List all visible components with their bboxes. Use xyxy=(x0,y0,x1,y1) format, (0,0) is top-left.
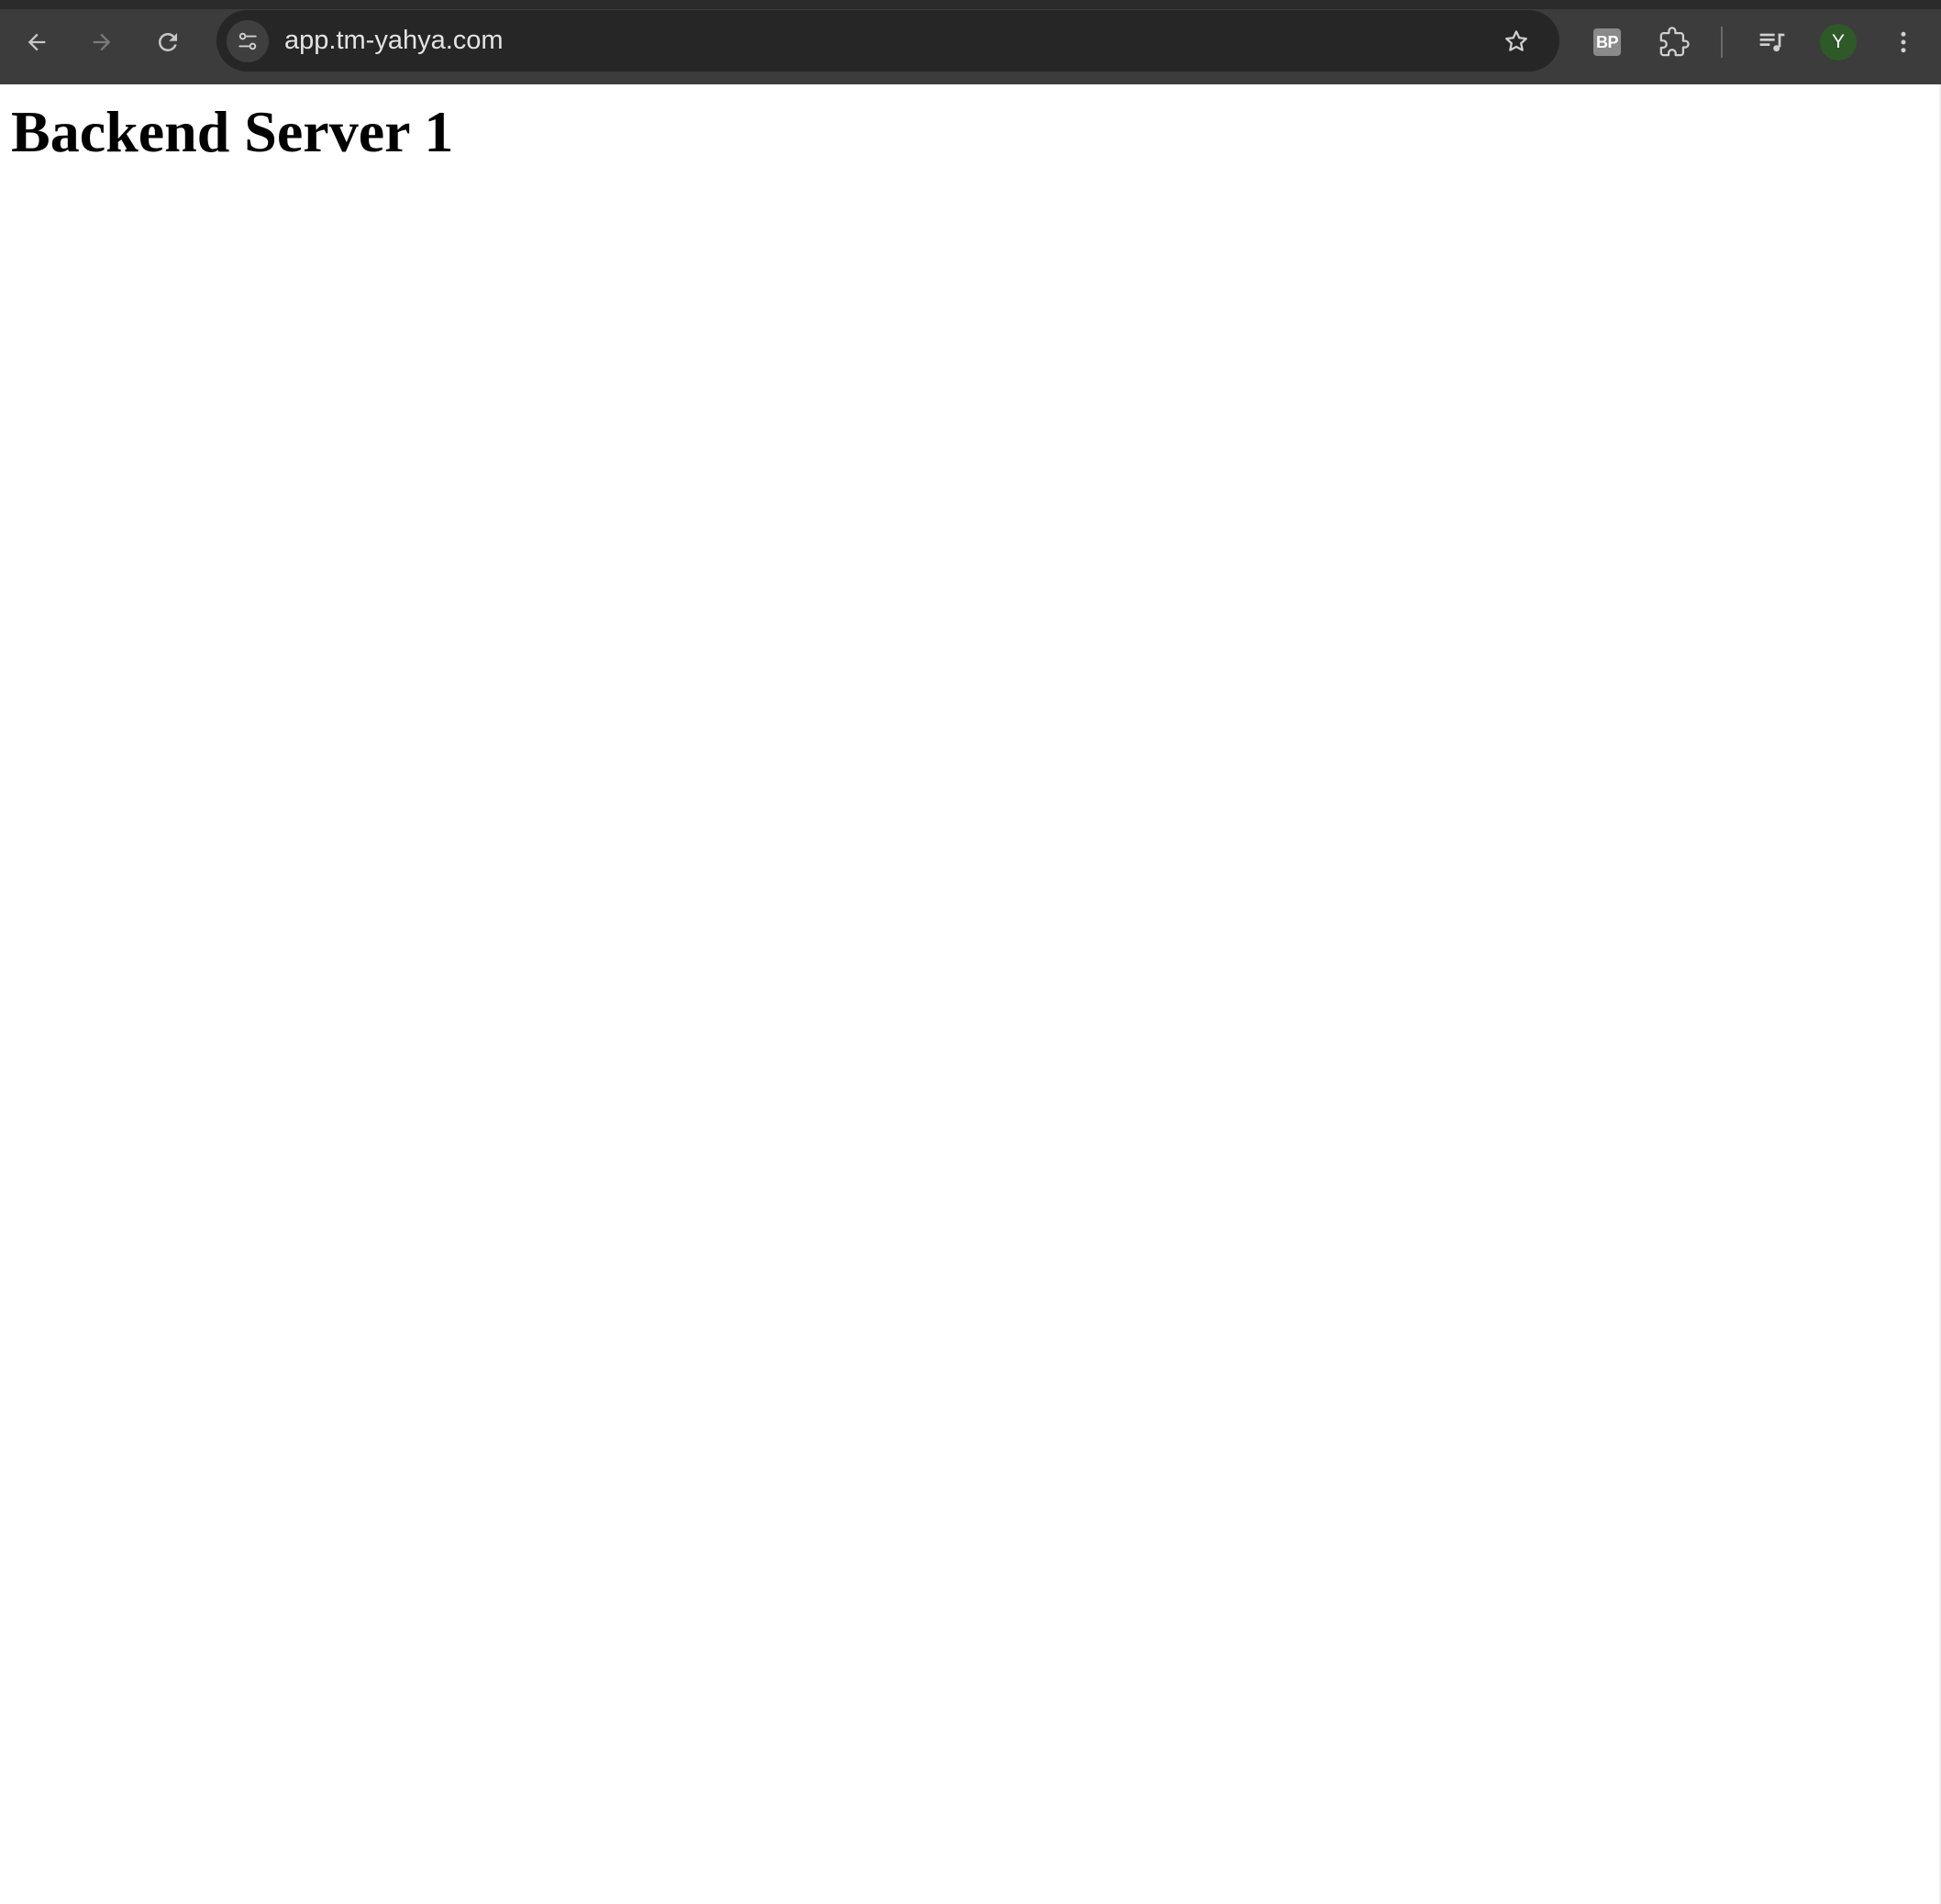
page-title: Backend Server 1 xyxy=(11,99,454,164)
back-arrow-icon xyxy=(28,33,46,51)
back-button[interactable] xyxy=(12,17,61,67)
puzzle-icon xyxy=(1659,27,1690,57)
star-icon xyxy=(1505,30,1527,51)
queue-music-icon xyxy=(1759,33,1785,52)
url-text[interactable]: app.tm-yahya.com xyxy=(284,10,504,72)
toolbar-divider xyxy=(1721,27,1723,58)
media-controls-button[interactable] xyxy=(1747,17,1797,67)
kebab-menu-icon xyxy=(1901,31,1906,53)
page-viewport: Backend Server 1 xyxy=(0,84,1941,1904)
profile-button[interactable]: Y xyxy=(1813,17,1863,67)
extensions-button[interactable] xyxy=(1649,17,1699,67)
forward-button[interactable] xyxy=(77,17,127,67)
browser-toolbar: app.tm-yahya.com BP Y xyxy=(0,0,1941,84)
tune-icon xyxy=(238,32,257,50)
reload-icon xyxy=(158,32,177,51)
address-bar[interactable]: app.tm-yahya.com xyxy=(216,10,1559,72)
forward-arrow-icon xyxy=(93,33,111,51)
site-info-button[interactable] xyxy=(227,20,269,62)
bookmark-button[interactable] xyxy=(1495,20,1537,62)
bp-extension-button[interactable]: BP xyxy=(1582,17,1632,67)
browser-menu-button[interactable] xyxy=(1879,17,1928,67)
bp-extension-icon: BP xyxy=(1593,28,1621,56)
avatar: Y xyxy=(1820,24,1857,61)
tab-strip-edge xyxy=(0,0,1941,9)
reload-button[interactable] xyxy=(143,17,193,67)
